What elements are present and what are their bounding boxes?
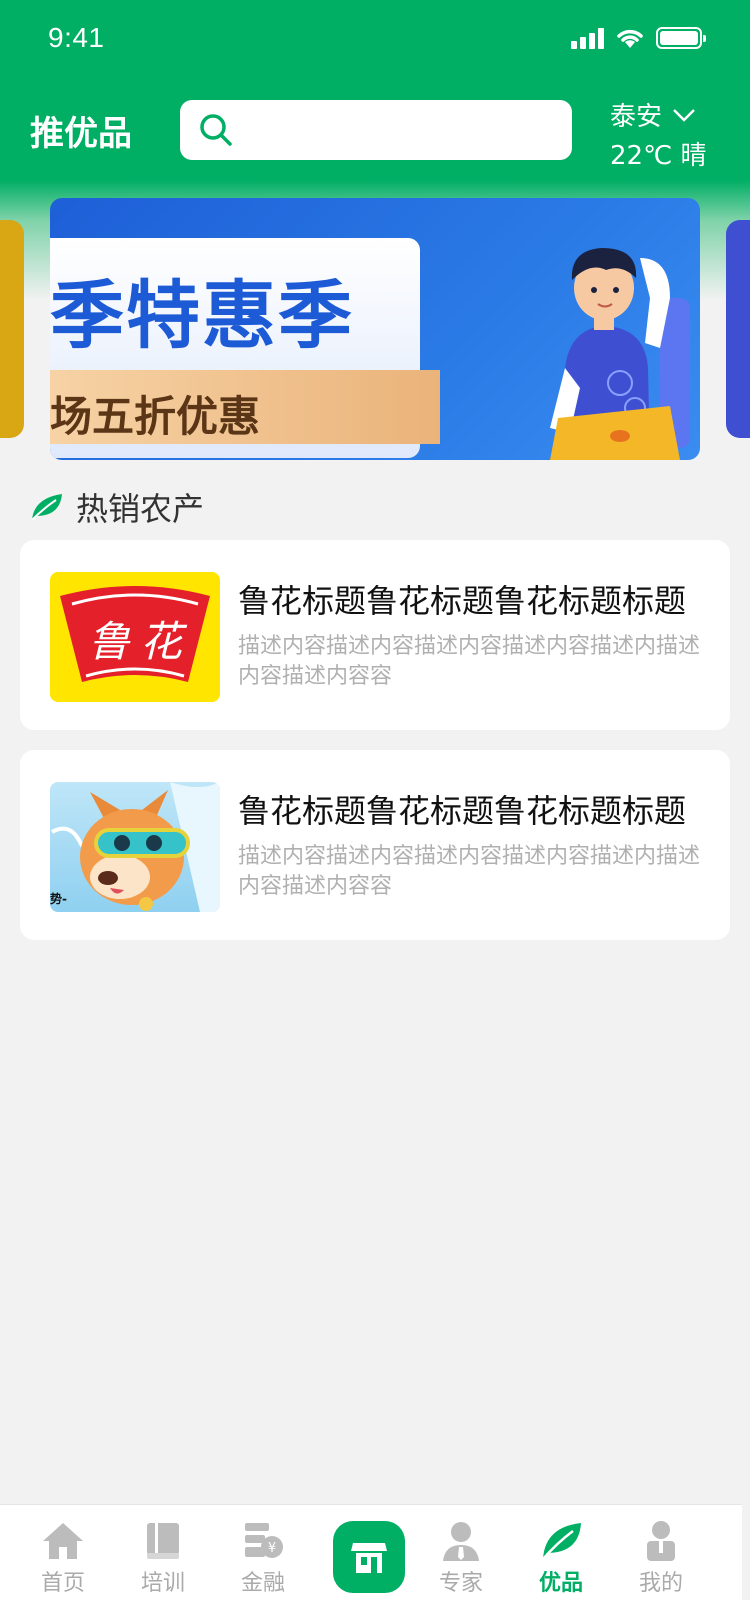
banner-title: 季特惠季 (50, 273, 354, 359)
search-box[interactable] (180, 100, 572, 160)
status-bar: 9:41 (0, 0, 750, 80)
store-icon (351, 1543, 387, 1573)
product-title: 鲁花标题鲁花标题鲁花标题标题 (238, 582, 687, 620)
home-icon (43, 1523, 83, 1559)
product-image: 势- (50, 782, 220, 912)
banner-next-slide[interactable] (726, 220, 750, 438)
promo-banner[interactable]: 季特惠季 场五折优惠 (50, 198, 700, 460)
book-icon (147, 1523, 179, 1559)
tab-label: 优品 (538, 1571, 583, 1596)
leaf-icon (31, 494, 62, 521)
finance-icon: ¥ (245, 1523, 283, 1558)
tab-home[interactable]: 首页 (18, 1519, 108, 1597)
bottom-tab-bar: 首页 培训 ¥ 金融 专家 优品 我的 (0, 1504, 742, 1600)
search-input[interactable] (242, 100, 562, 160)
product-image: 鲁花 (50, 572, 220, 702)
status-time: 9:41 (48, 22, 105, 53)
banner-prev-slide[interactable] (0, 220, 24, 438)
weather-label: 22℃ 晴 (610, 141, 707, 171)
svg-text:¥: ¥ (268, 1541, 276, 1556)
location-selector[interactable]: 泰安 22℃ 晴 (610, 96, 720, 172)
wifi-icon (617, 29, 643, 48)
battery-icon (656, 27, 706, 49)
cellular-signal-icon (571, 27, 604, 49)
expert-icon (443, 1522, 479, 1561)
tab-expert[interactable]: 专家 (416, 1519, 506, 1597)
user-icon (647, 1521, 675, 1561)
tab-training[interactable]: 培训 (118, 1519, 208, 1597)
product-description: 描述内容描述内容描述内容描述内容描述内描述内容描述内容容 (238, 634, 700, 689)
leaf-icon (542, 1523, 581, 1560)
tab-label: 培训 (140, 1571, 185, 1596)
tab-finance[interactable]: ¥ 金融 (218, 1519, 308, 1597)
top-bar: 推优品 泰安 22℃ 晴 (0, 96, 750, 171)
product-card[interactable]: 势- 鲁花标题鲁花标题鲁花标题标题 描述内容描述内容描述内容描述内容描述内描述内… (20, 750, 730, 940)
tab-store[interactable] (333, 1521, 405, 1593)
person-illustration (550, 248, 690, 460)
tab-products[interactable]: 优品 (516, 1519, 606, 1597)
product-image-caption: 势- (50, 892, 67, 906)
section-title: 热销农产 (76, 490, 205, 528)
status-icons (571, 26, 706, 50)
banner-subtitle: 场五折优惠 (50, 392, 261, 441)
tab-label: 专家 (438, 1571, 483, 1596)
section-header: 热销农产 (30, 484, 204, 530)
product-card[interactable]: 鲁花 鲁花标题鲁花标题鲁花标题标题 描述内容描述内容描述内容描述内容描述内描述内… (20, 540, 730, 730)
page-title: 推优品 (30, 114, 132, 154)
tab-label: 我的 (638, 1571, 683, 1596)
search-icon (200, 114, 232, 146)
dog-mascot-icon (51, 782, 220, 912)
tab-mine[interactable]: 我的 (616, 1519, 706, 1597)
product-description: 描述内容描述内容描述内容描述内容描述内描述内容描述内容容 (238, 844, 700, 899)
city-label: 泰安 (610, 102, 663, 132)
product-title: 鲁花标题鲁花标题鲁花标题标题 (238, 792, 687, 830)
tab-label: 首页 (40, 1571, 85, 1596)
chevron-down-icon (673, 108, 695, 122)
product-image-text: 鲁花 (88, 617, 193, 666)
tab-label: 金融 (240, 1571, 285, 1596)
